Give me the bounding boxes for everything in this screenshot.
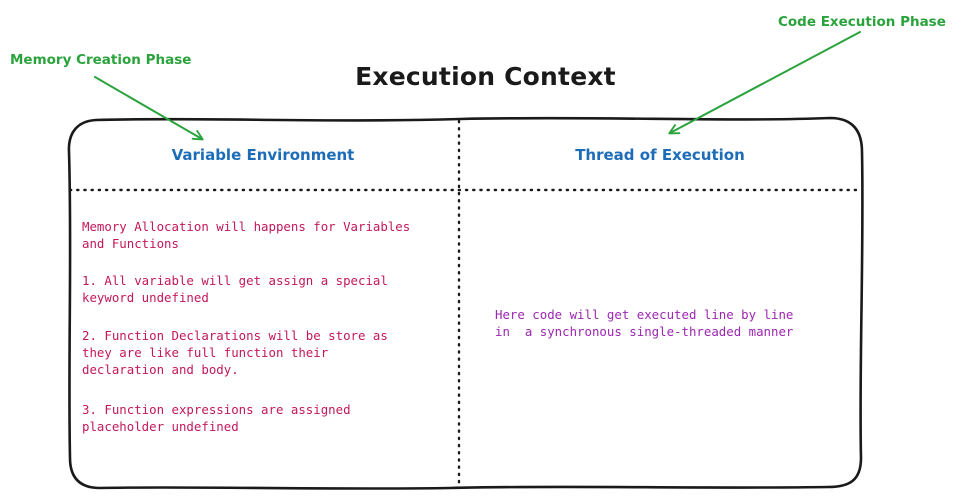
thread-of-execution-heading: Thread of Execution — [575, 146, 745, 164]
code-execution-phase-label: Code Execution Phase — [778, 14, 946, 30]
function-expressions-note: 3. Function expressions are assigned pla… — [82, 402, 351, 434]
function-declarations-note: 2. Function Declarations will be store a… — [82, 328, 388, 377]
variable-environment-heading: Variable Environment — [171, 146, 355, 164]
thread-of-execution-note: Here code will get executed line by line… — [495, 307, 794, 339]
memory-creation-phase-label: Memory Creation Phase — [10, 52, 192, 68]
memory-allocation-note: Memory Allocation will happens for Varia… — [82, 219, 411, 251]
variables-undefined-note: 1. All variable will get assign a specia… — [82, 273, 388, 305]
